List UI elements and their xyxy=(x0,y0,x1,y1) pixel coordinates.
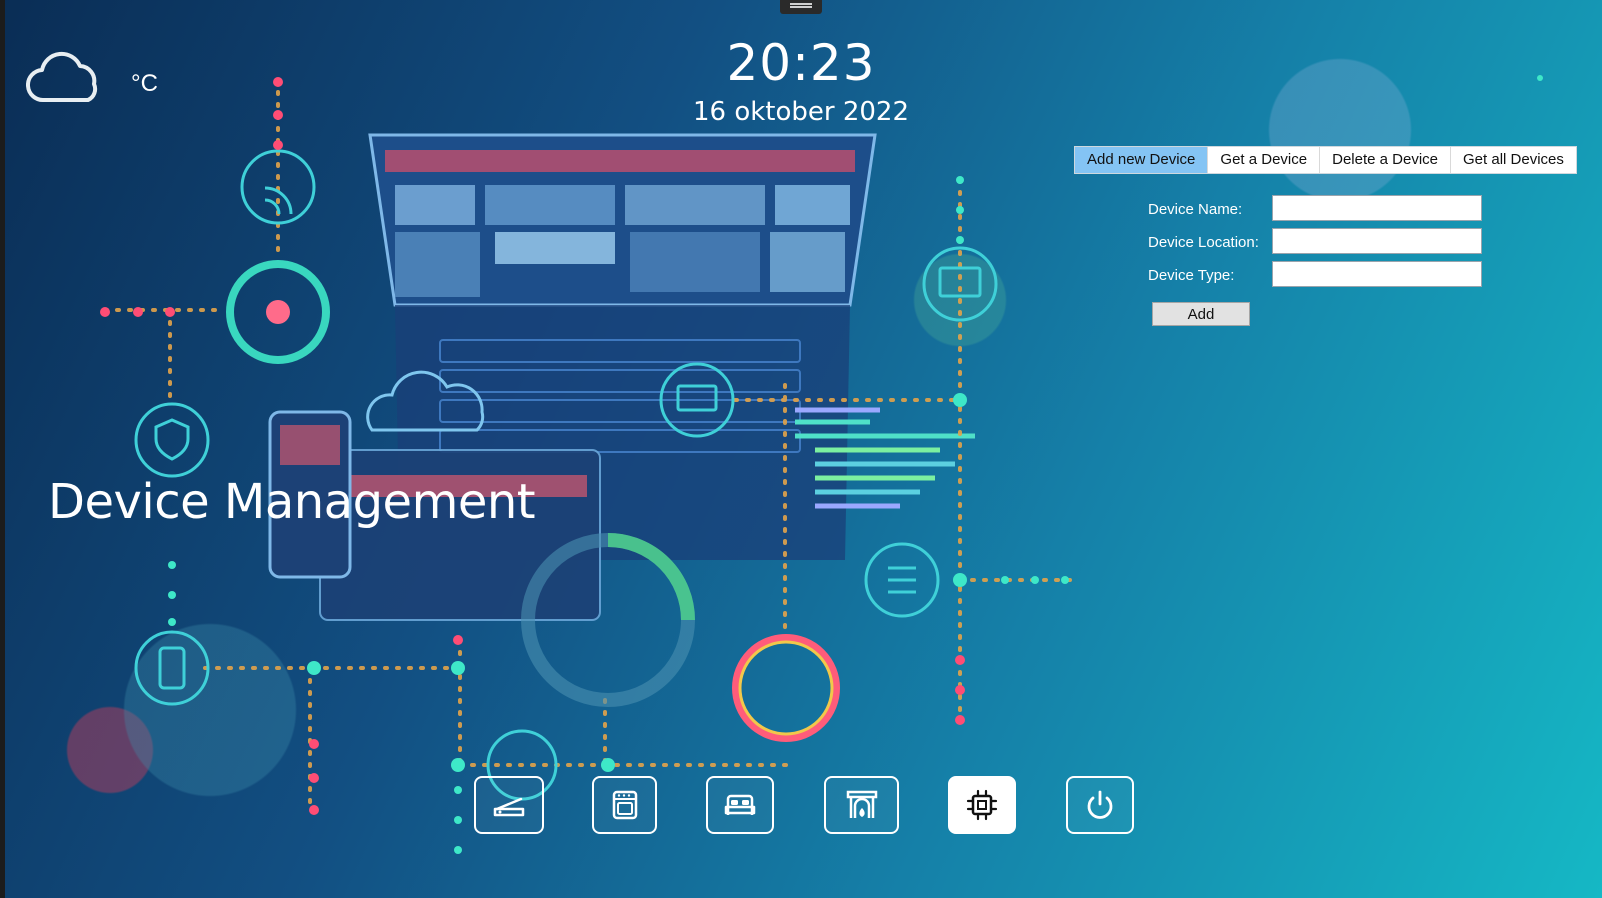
device-location-input[interactable] xyxy=(1272,228,1482,254)
nav-fireplace-button[interactable] xyxy=(824,776,899,834)
add-device-button[interactable]: Add xyxy=(1152,302,1250,326)
background-illustration xyxy=(100,75,1543,854)
app-window: °C 20:23 16 oktober 2022 Device Manageme… xyxy=(0,0,1602,898)
device-location-label: Device Location: xyxy=(1148,234,1259,251)
chip-icon xyxy=(966,789,998,821)
bed-icon xyxy=(724,794,756,815)
scanner-icon xyxy=(493,797,525,817)
clock-time: 20:23 xyxy=(726,34,876,92)
tab-get-all-devices[interactable]: Get all Devices xyxy=(1451,147,1576,173)
nav-bed-button[interactable] xyxy=(706,776,774,834)
device-tabbar: Add new Device Get a Device Delete a Dev… xyxy=(1074,146,1577,174)
fireplace-icon xyxy=(846,790,877,818)
tab-delete-a-device[interactable]: Delete a Device xyxy=(1320,147,1452,173)
nav-devices-button[interactable] xyxy=(948,776,1016,834)
nav-scanner-button[interactable] xyxy=(474,776,544,834)
device-name-input[interactable] xyxy=(1272,195,1482,221)
device-name-label: Device Name: xyxy=(1148,201,1243,218)
oven-icon xyxy=(612,790,637,820)
tab-add-new-device[interactable]: Add new Device xyxy=(1075,147,1209,173)
device-type-input[interactable] xyxy=(1272,261,1482,287)
nav-power-button[interactable] xyxy=(1066,776,1134,834)
device-type-label: Device Type: xyxy=(1148,267,1235,284)
page-title: Device Management xyxy=(48,474,536,530)
tab-get-a-device[interactable]: Get a Device xyxy=(1208,147,1321,173)
nav-oven-button[interactable] xyxy=(592,776,657,834)
power-icon xyxy=(1087,790,1113,819)
clock-date: 16 oktober 2022 xyxy=(692,97,910,127)
